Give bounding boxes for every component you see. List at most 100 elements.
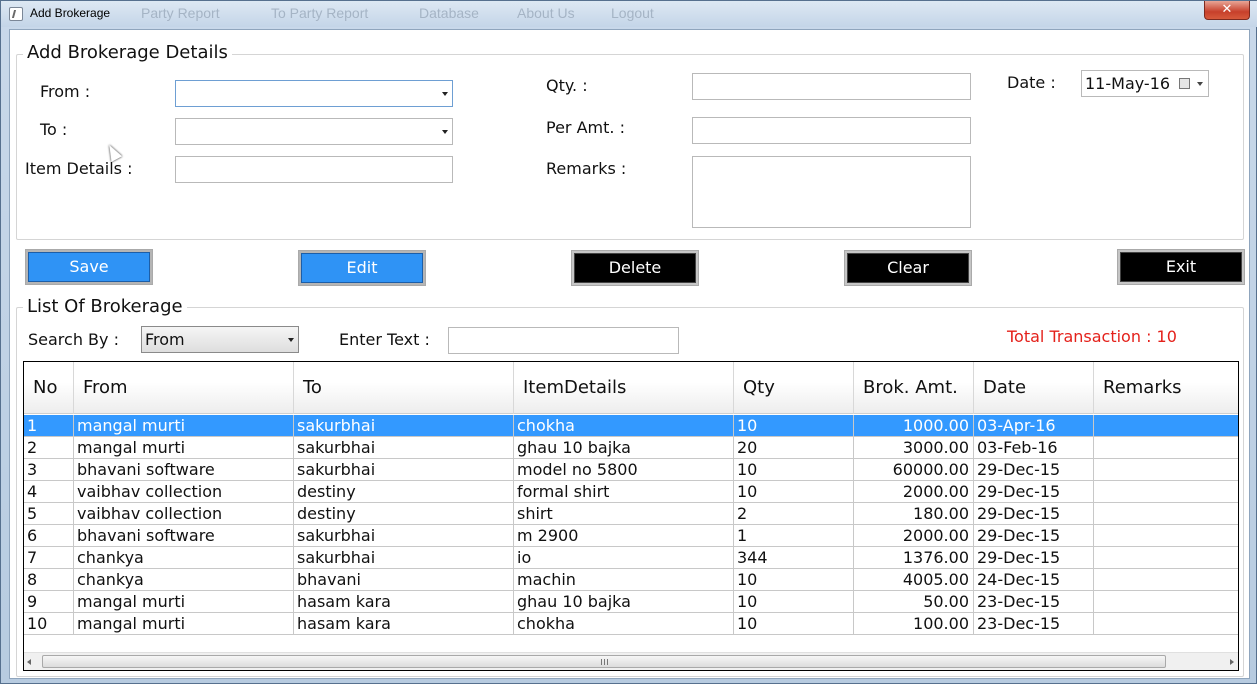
qty-input[interactable] <box>692 73 971 100</box>
cell-brok-amt[interactable]: 1000.00 <box>854 415 974 437</box>
cell-no[interactable]: 9 <box>24 591 74 613</box>
cell-item-details[interactable]: machin <box>514 569 734 591</box>
table-row[interactable]: 3 bhavani software sakurbhai model no 5800 1… <box>24 459 1238 481</box>
cell-from[interactable]: bhavani software <box>74 525 294 547</box>
cell-to[interactable]: hasam kara <box>294 591 514 613</box>
clear-button[interactable]: Clear <box>844 250 972 286</box>
cell-from[interactable]: chankya <box>74 569 294 591</box>
cell-from[interactable]: mangal murti <box>74 613 294 635</box>
cell-date[interactable]: 23-Dec-15 <box>974 591 1094 613</box>
cell-date[interactable]: 29-Dec-15 <box>974 459 1094 481</box>
cell-date[interactable]: 29-Dec-15 <box>974 503 1094 525</box>
cell-qty[interactable]: 344 <box>734 547 854 569</box>
cell-date[interactable]: 23-Dec-15 <box>974 613 1094 635</box>
cell-qty[interactable]: 10 <box>734 481 854 503</box>
cell-qty[interactable]: 20 <box>734 437 854 459</box>
cell-remarks[interactable] <box>1094 481 1238 503</box>
column-header-from[interactable]: From <box>74 362 294 414</box>
table-row[interactable]: 10 mangal murti hasam kara chokha 10 100.00 23… <box>24 613 1238 635</box>
cell-date[interactable]: 24-Dec-15 <box>974 569 1094 591</box>
cell-no[interactable]: 2 <box>24 437 74 459</box>
column-header-item-details[interactable]: ItemDetails <box>514 362 734 414</box>
cell-date[interactable]: 29-Dec-15 <box>974 547 1094 569</box>
cell-no[interactable]: 6 <box>24 525 74 547</box>
cell-no[interactable]: 8 <box>24 569 74 591</box>
delete-button[interactable]: Delete <box>571 250 699 286</box>
to-combo[interactable] <box>175 118 453 145</box>
cell-to[interactable]: sakurbhai <box>294 459 514 481</box>
cell-brok-amt[interactable]: 180.00 <box>854 503 974 525</box>
cell-qty[interactable]: 10 <box>734 415 854 437</box>
cell-qty[interactable]: 10 <box>734 569 854 591</box>
exit-button[interactable]: Exit <box>1117 249 1245 285</box>
table-row[interactable]: 7 chankya sakurbhai io 344 1376.00 29-Dec-15 <box>24 547 1238 569</box>
search-text-input[interactable] <box>448 327 679 354</box>
cell-remarks[interactable] <box>1094 459 1238 481</box>
cell-item-details[interactable]: ghau 10 bajka <box>514 591 734 613</box>
table-row[interactable]: 5 vaibhav collection destiny shirt 2 180.00 29… <box>24 503 1238 525</box>
cell-item-details[interactable]: io <box>514 547 734 569</box>
cell-remarks[interactable] <box>1094 591 1238 613</box>
cell-from[interactable]: mangal murti <box>74 415 294 437</box>
cell-brok-amt[interactable]: 2000.00 <box>854 525 974 547</box>
save-button[interactable]: Save <box>25 249 153 285</box>
chevron-down-icon[interactable] <box>1197 82 1203 86</box>
cell-qty[interactable]: 10 <box>734 459 854 481</box>
table-row[interactable]: 1 mangal murti sakurbhai chokha 10 1000.00 03-… <box>24 415 1238 437</box>
cell-remarks[interactable] <box>1094 613 1238 635</box>
cell-date[interactable]: 29-Dec-15 <box>974 481 1094 503</box>
cell-qty[interactable]: 2 <box>734 503 854 525</box>
table-row[interactable]: 6 bhavani software sakurbhai m 2900 1 2000.00… <box>24 525 1238 547</box>
cell-no[interactable]: 1 <box>24 415 74 437</box>
cell-item-details[interactable]: chokha <box>514 613 734 635</box>
cell-no[interactable]: 4 <box>24 481 74 503</box>
close-button[interactable]: ✕ <box>1204 1 1250 20</box>
cell-from[interactable]: chankya <box>74 547 294 569</box>
cell-no[interactable]: 5 <box>24 503 74 525</box>
calendar-icon[interactable] <box>1179 78 1190 89</box>
table-row[interactable]: 9 mangal murti hasam kara ghau 10 bajka 10 50… <box>24 591 1238 613</box>
brokerage-grid[interactable]: No From To ItemDetails Qty Brok. Amt. Da… <box>23 361 1239 671</box>
cell-to[interactable]: sakurbhai <box>294 415 514 437</box>
cell-brok-amt[interactable]: 60000.00 <box>854 459 974 481</box>
cell-qty[interactable]: 1 <box>734 525 854 547</box>
date-picker[interactable]: 11-May-16 <box>1081 70 1209 97</box>
cell-to[interactable]: destiny <box>294 503 514 525</box>
table-row[interactable]: 8 chankya bhavani machin 10 4005.00 24-Dec-15 <box>24 569 1238 591</box>
cell-to[interactable]: destiny <box>294 481 514 503</box>
cell-brok-amt[interactable]: 100.00 <box>854 613 974 635</box>
cell-brok-amt[interactable]: 4005.00 <box>854 569 974 591</box>
cell-brok-amt[interactable]: 2000.00 <box>854 481 974 503</box>
cell-to[interactable]: sakurbhai <box>294 437 514 459</box>
cell-item-details[interactable]: model no 5800 <box>514 459 734 481</box>
from-combo[interactable] <box>175 80 453 107</box>
column-header-brok-amt[interactable]: Brok. Amt. <box>854 362 974 414</box>
cell-remarks[interactable] <box>1094 503 1238 525</box>
cell-to[interactable]: hasam kara <box>294 613 514 635</box>
cell-from[interactable]: vaibhav collection <box>74 503 294 525</box>
cell-from[interactable]: bhavani software <box>74 459 294 481</box>
cell-to[interactable]: sakurbhai <box>294 525 514 547</box>
cell-remarks[interactable] <box>1094 569 1238 591</box>
column-header-date[interactable]: Date <box>974 362 1094 414</box>
cell-date[interactable]: 03-Feb-16 <box>974 437 1094 459</box>
cell-from[interactable]: mangal murti <box>74 437 294 459</box>
cell-item-details[interactable]: ghau 10 bajka <box>514 437 734 459</box>
edit-button[interactable]: Edit <box>298 250 426 286</box>
cell-from[interactable]: mangal murti <box>74 591 294 613</box>
cell-item-details[interactable]: shirt <box>514 503 734 525</box>
cell-date[interactable]: 03-Apr-16 <box>974 415 1094 437</box>
cell-qty[interactable]: 10 <box>734 591 854 613</box>
horizontal-scrollbar[interactable] <box>24 652 1238 670</box>
cell-no[interactable]: 3 <box>24 459 74 481</box>
search-by-select[interactable]: From <box>141 326 299 353</box>
scroll-left-arrow-icon[interactable] <box>27 659 31 665</box>
column-header-remarks[interactable]: Remarks <box>1094 362 1238 414</box>
cell-qty[interactable]: 10 <box>734 613 854 635</box>
column-header-to[interactable]: To <box>294 362 514 414</box>
cell-remarks[interactable] <box>1094 437 1238 459</box>
cell-item-details[interactable]: formal shirt <box>514 481 734 503</box>
column-header-no[interactable]: No <box>24 362 74 414</box>
cell-brok-amt[interactable]: 1376.00 <box>854 547 974 569</box>
cell-to[interactable]: sakurbhai <box>294 547 514 569</box>
